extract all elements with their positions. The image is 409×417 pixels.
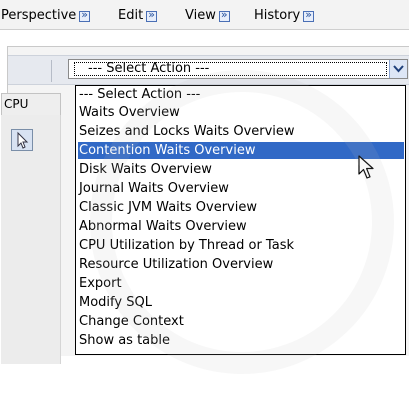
- menu-view[interactable]: View: [185, 7, 230, 23]
- double-arrow-icon[interactable]: [218, 8, 230, 22]
- cpu-panel: [1, 115, 61, 364]
- dropdown-option[interactable]: Resource Utilization Overview: [78, 256, 404, 273]
- menu-view-label: View: [185, 7, 216, 23]
- action-select-button[interactable]: [389, 60, 407, 78]
- menu-perspective-label: Perspective: [1, 7, 77, 23]
- dropdown-option[interactable]: Classic JVM Waits Overview: [78, 199, 404, 216]
- dropdown-option[interactable]: Abnormal Waits Overview: [78, 218, 404, 235]
- double-arrow-icon[interactable]: [79, 8, 91, 22]
- menu-history-label: History: [254, 7, 301, 23]
- dropdown-option[interactable]: Waits Overview: [78, 104, 404, 121]
- mouse-pointer-icon: [358, 155, 374, 179]
- double-arrow-icon[interactable]: [146, 8, 158, 22]
- dropdown-option[interactable]: Disk Waits Overview: [78, 161, 404, 178]
- action-dropdown-list[interactable]: --- Select Action --- Waits Overview Sei…: [75, 85, 406, 355]
- select-tool-icon[interactable]: [11, 129, 33, 151]
- dropdown-option-selected[interactable]: Contention Waits Overview: [78, 142, 404, 159]
- menu-edit[interactable]: Edit: [118, 7, 158, 23]
- dropdown-option[interactable]: Journal Waits Overview: [78, 180, 404, 197]
- dropdown-option[interactable]: Modify SQL: [78, 294, 404, 311]
- action-select-value: --- Select Action ---: [88, 61, 210, 76]
- dropdown-option[interactable]: Show as table: [78, 332, 404, 349]
- chevron-down-icon: [393, 65, 404, 73]
- dropdown-option[interactable]: CPU Utilization by Thread or Task: [78, 237, 404, 254]
- tab-cpu-label: CPU: [4, 97, 29, 111]
- tab-cpu[interactable]: CPU: [1, 93, 61, 115]
- top-menu-bar: Perspective Edit View History: [0, 0, 409, 30]
- dropdown-option[interactable]: Seizes and Locks Waits Overview: [78, 123, 404, 140]
- double-arrow-icon[interactable]: [303, 8, 315, 22]
- toolbar-separator: [51, 60, 52, 82]
- menu-edit-label: Edit: [118, 7, 144, 23]
- action-select[interactable]: --- Select Action ---: [68, 59, 408, 79]
- menu-history[interactable]: History: [254, 7, 315, 23]
- menu-perspective[interactable]: Perspective: [1, 7, 91, 23]
- dropdown-option[interactable]: --- Select Action ---: [78, 86, 404, 103]
- dropdown-option[interactable]: Export: [78, 275, 404, 292]
- dropdown-option[interactable]: Change Context: [78, 313, 404, 330]
